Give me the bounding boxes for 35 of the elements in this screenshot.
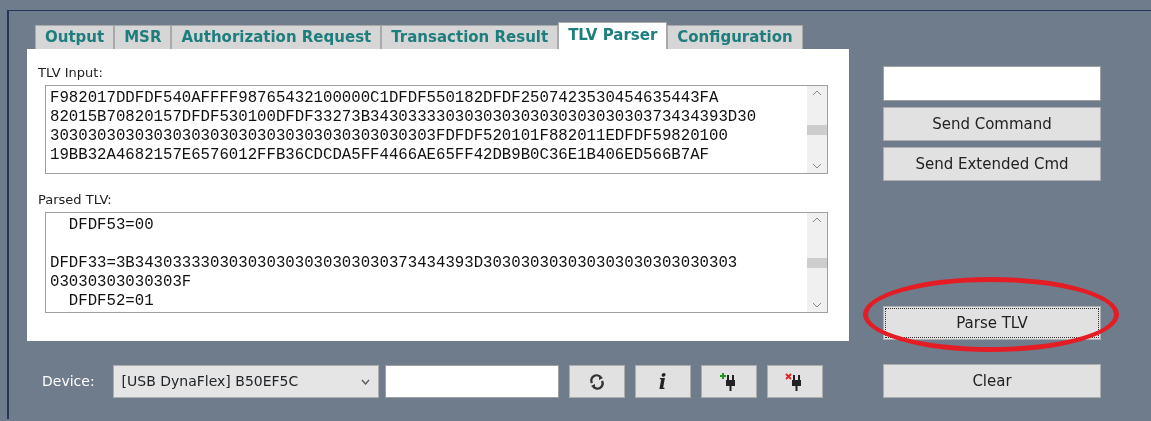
text-field[interactable] xyxy=(384,365,559,398)
scroll-up-icon[interactable] xyxy=(812,90,822,96)
text-line: DFDF33=3B343033330303030303030303030373434393D303030303030303030303030303 xyxy=(50,254,739,273)
scrollbar[interactable] xyxy=(807,86,827,173)
scroll-thumb[interactable] xyxy=(807,257,827,268)
text-line: 19BB32A4682157E6576012FFB36CDCDA5FF4466AE65FF42DB9B0C36E1B406ED566B7AF xyxy=(50,146,710,165)
text-line: DFDF52=01 xyxy=(67,292,155,311)
device-dropdown[interactable]: [USB DynaFlex] B50EF5C xyxy=(112,365,379,398)
clear-button[interactable]: Clear xyxy=(883,364,1101,398)
text-line: DFDF53=00 xyxy=(67,216,155,235)
refresh-icon xyxy=(588,373,605,390)
text-line: 82015B70820157DFDF530100DFDF33273B34303333030303030303030303030373434393D30 xyxy=(50,108,758,127)
tab[interactable]: TLV Parser xyxy=(558,22,668,49)
scroll-down-icon[interactable] xyxy=(812,302,822,308)
info-button[interactable]: i xyxy=(634,365,691,398)
field-label: TLV Input: xyxy=(38,64,104,81)
device-label: Device: xyxy=(42,372,95,391)
disconnect-button[interactable] xyxy=(766,365,823,398)
parse-tlv-button[interactable]: Parse TLV xyxy=(883,306,1101,340)
scroll-up-icon[interactable] xyxy=(812,217,822,223)
command-button[interactable]: Send Command xyxy=(883,107,1101,141)
text-line: 03030303030303F xyxy=(50,273,193,292)
connect-button[interactable] xyxy=(700,365,757,398)
command-field[interactable] xyxy=(883,66,1101,101)
text-line: 30303030303030303030303030303030303030303FDFDF520101F882011EDFDF59820100 xyxy=(50,127,729,146)
tlv-input-area[interactable] xyxy=(45,85,828,174)
scrollbar[interactable] xyxy=(807,213,827,312)
scroll-down-icon[interactable] xyxy=(812,163,822,169)
scroll-thumb[interactable] xyxy=(807,124,827,135)
field-label: Parsed TLV: xyxy=(38,191,113,208)
parsed-tlv-area[interactable]: DFDF53=00 DFDF33=3B343033330303030303030303030373434393D303030303030303030303030303 03030303030303F DFDF52=01 xyxy=(45,212,828,313)
command-button[interactable]: Send Extended Cmd xyxy=(883,147,1101,181)
text-line: F982017DDFDF540AFFFF98765432100000C1DFDF550182DFDF2507423530454635443FA xyxy=(50,89,720,108)
refresh-button[interactable] xyxy=(568,365,625,398)
chevron-down-icon xyxy=(360,379,370,385)
